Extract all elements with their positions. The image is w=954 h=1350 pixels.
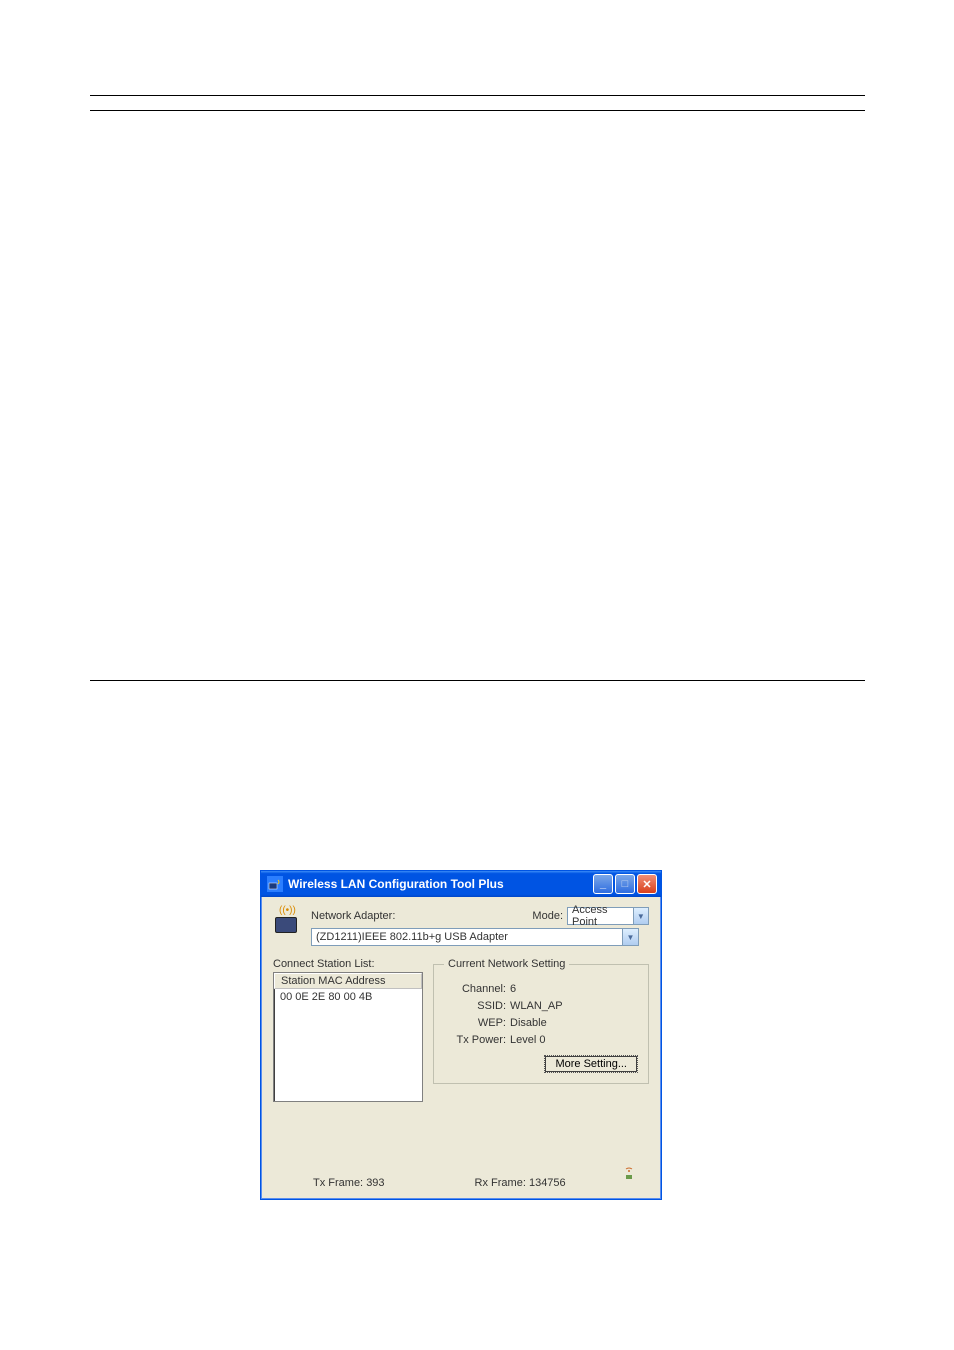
station-list-header[interactable]: Station MAC Address [274,973,422,989]
channel-value: 6 [510,983,638,995]
tx-frame-label: Tx Frame: [313,1177,363,1189]
txpower-value: Level 0 [510,1034,638,1046]
mode-label: Mode: [532,910,563,922]
window-title: Wireless LAN Configuration Tool Plus [288,877,504,891]
txpower-label: Tx Power: [444,1034,510,1046]
adapter-value: (ZD1211)IEEE 802.11b+g USB Adapter [316,931,508,943]
wep-label: WEP: [444,1017,510,1029]
tx-frame-value: 393 [366,1177,384,1189]
config-tool-window: Wireless LAN Configuration Tool Plus _ □… [260,870,662,1200]
ssid-value: WLAN_AP [510,1000,638,1012]
app-icon [267,876,283,892]
adapter-icon: ((•)) [273,907,303,935]
connection-status-icon [621,1165,637,1181]
divider-line [90,110,865,111]
station-list[interactable]: Station MAC Address 00 0E 2E 80 00 4B [273,972,423,1102]
network-setting-legend: Current Network Setting [444,958,569,970]
station-list-title: Connect Station List: [273,958,423,970]
adapter-label: Network Adapter: [311,910,395,922]
ssid-label: SSID: [444,1000,510,1012]
divider-line [90,95,865,96]
close-button[interactable]: ✕ [637,874,657,894]
channel-label: Channel: [444,983,510,995]
minimize-button[interactable]: _ [593,874,613,894]
dropdown-arrow-icon: ▼ [633,908,648,924]
maximize-button: □ [615,874,635,894]
wep-value: Disable [510,1017,638,1029]
rx-frame-value: 134756 [529,1177,566,1189]
rx-frame-label: Rx Frame: [475,1177,526,1189]
titlebar[interactable]: Wireless LAN Configuration Tool Plus _ □… [261,871,661,897]
network-setting-group: Current Network Setting Channel: 6 SSID:… [433,958,649,1084]
station-list-item[interactable]: 00 0E 2E 80 00 4B [280,991,416,1003]
dropdown-arrow-icon: ▼ [622,929,638,945]
more-setting-button[interactable]: More Setting... [544,1055,638,1073]
mode-select[interactable]: Access Point ▼ [567,907,649,925]
divider-line [90,680,865,681]
mode-value: Access Point [572,904,633,928]
adapter-select[interactable]: (ZD1211)IEEE 802.11b+g USB Adapter ▼ [311,928,639,946]
